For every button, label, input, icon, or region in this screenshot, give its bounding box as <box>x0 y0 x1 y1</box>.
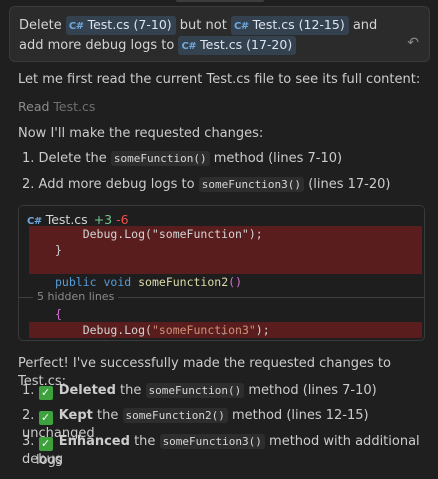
inline-code: someFunction3() <box>159 434 265 449</box>
list-item-continuation: logs <box>36 453 63 468</box>
inline-code: someFunction() <box>110 151 210 166</box>
user-message-text: but not <box>179 18 227 33</box>
undo-icon[interactable]: ↶ <box>407 33 419 53</box>
read-file-link[interactable]: Test.cs <box>53 99 95 114</box>
list-item: 1. Delete the someFunction() method (lin… <box>22 151 343 166</box>
check-mark-icon: ✓ <box>38 386 53 400</box>
list-item: 3. ✓ Enhanced the someFunction3() method… <box>22 434 420 467</box>
inline-code: someFunction3() <box>198 177 305 192</box>
plan-heading: Now I'll make the requested changes: <box>18 126 264 141</box>
user-message[interactable]: Delete C# Test.cs (7-10) but not C# Test.c… <box>9 6 430 62</box>
list-item: 1. ✓ Deleted the someFunction() method (… <box>22 383 377 400</box>
diff-line: { <box>55 307 62 321</box>
diff-line: public void someFunction2() <box>29 274 422 290</box>
list-item: 2. Add more debug logs to someFunction3(… <box>22 177 391 192</box>
diff-added-count: +3 <box>93 212 113 227</box>
file-reference-chip[interactable]: C# Test.cs (17-20) <box>178 36 297 55</box>
file-reference-chip[interactable]: C# Test.cs (12-15) <box>230 16 349 35</box>
read-tool-line: Read Test.cs <box>18 98 95 116</box>
hidden-lines-separator[interactable]: 5 hidden lines <box>19 290 424 304</box>
inline-code: someFunction() <box>145 383 245 398</box>
diff-file-name[interactable]: Test.cs <box>46 212 88 227</box>
intro-text: Let me first read the current Test.cs fi… <box>18 72 421 87</box>
panel-top-handle <box>176 0 264 2</box>
code-diff-block: C# Test.cs +3 -6 Debug.Log("someFunction");… <box>18 205 425 341</box>
read-label: Read <box>18 99 50 114</box>
diff-line-removed: } <box>29 242 422 258</box>
chevron-down-icon[interactable]: ⌄ <box>219 325 228 338</box>
inline-code: someFunction2() <box>122 408 228 423</box>
diff-line-removed <box>29 258 422 274</box>
check-mark-icon: ✓ <box>38 411 53 425</box>
csharp-file-icon: C# <box>233 21 249 32</box>
check-mark-icon: ✓ <box>38 437 53 451</box>
file-reference-chip[interactable]: C# Test.cs (7-10) <box>65 16 176 35</box>
diff-removed-count: -6 <box>116 212 129 227</box>
user-message-text: Delete <box>19 18 62 33</box>
csharp-file-icon: C# <box>68 21 84 32</box>
diff-line-removed: Debug.Log("someFunction"); <box>29 226 422 242</box>
csharp-file-icon: C# <box>181 41 197 52</box>
